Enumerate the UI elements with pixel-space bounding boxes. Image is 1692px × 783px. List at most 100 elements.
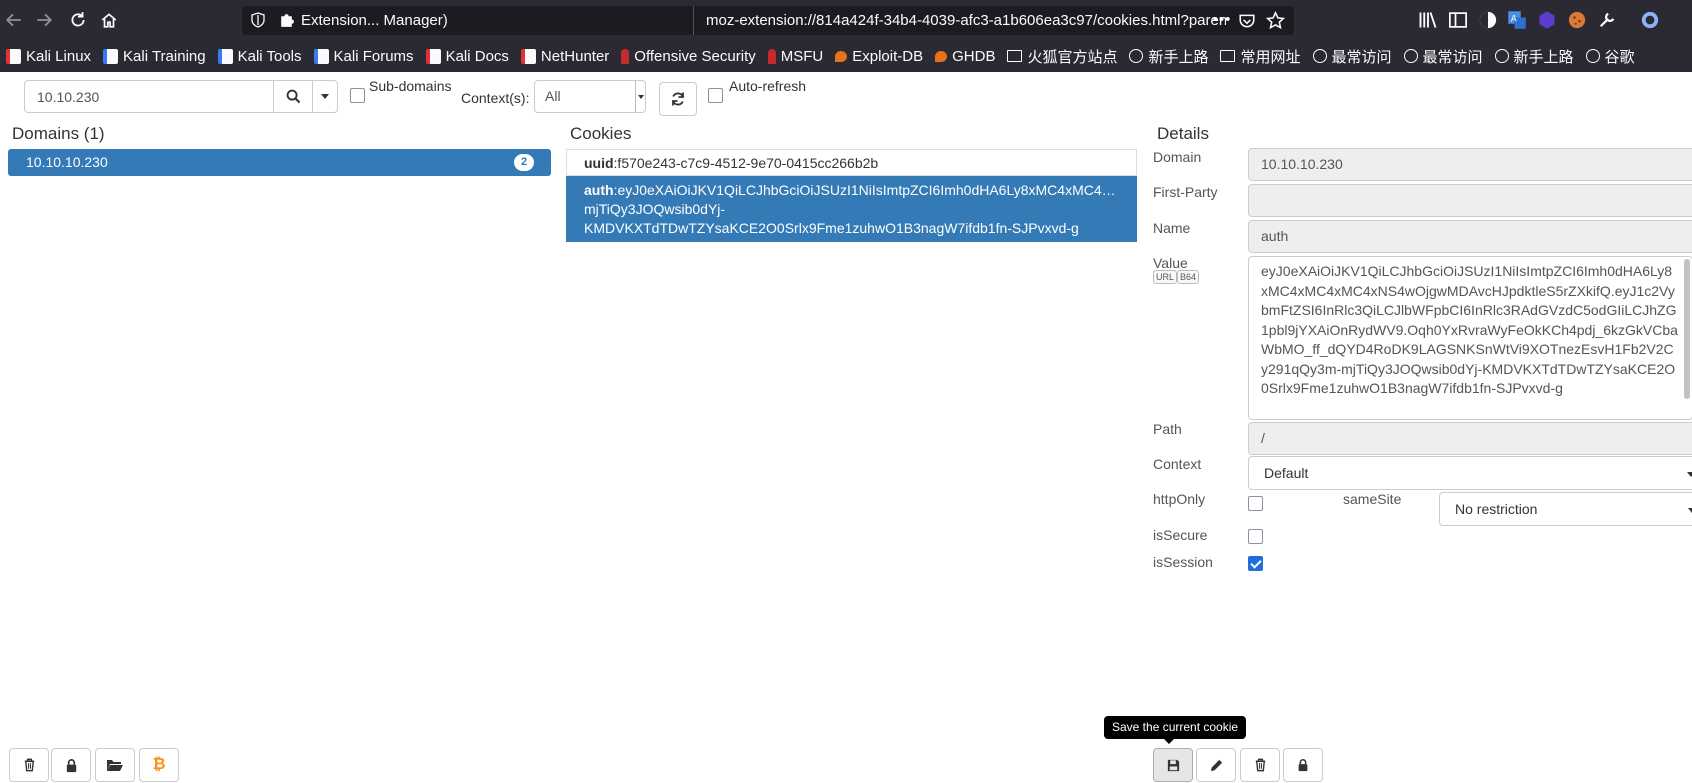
value-scrollbar[interactable] — [1684, 259, 1690, 399]
cookie-value-line-2: mjTiQy3JOQwsib0dYj- — [584, 201, 726, 217]
subdomains-checkbox[interactable] — [350, 88, 365, 103]
bookmark-item[interactable]: Exploit-DB — [835, 48, 923, 65]
search-button[interactable] — [273, 80, 313, 113]
bookmark-label: MSFU — [780, 47, 824, 65]
samesite-select[interactable]: No restriction — [1439, 492, 1692, 529]
httponly-checkbox[interactable] — [1248, 496, 1263, 511]
auto-refresh-checkbox[interactable] — [708, 88, 723, 103]
bookmark-label: Exploit-DB — [852, 47, 924, 65]
first-party-label: First-Party — [1153, 184, 1218, 200]
domain-label: Domain — [1153, 149, 1202, 165]
httponly-label: httpOnly — [1153, 491, 1206, 507]
protect-cookie-button[interactable] — [1283, 748, 1323, 782]
domain-list-item[interactable]: 10.10.10.230 2 — [8, 149, 551, 176]
kali-dragon-icon — [217, 48, 233, 64]
gear-icon — [1403, 49, 1418, 63]
path-label: Path — [1153, 421, 1182, 437]
domains-heading: Domains (1) — [12, 124, 105, 143]
bookmark-item[interactable]: 火狐官方站点 — [1007, 46, 1117, 67]
dark-reader-icon[interactable] — [1478, 10, 1498, 30]
bookmark-item[interactable]: Kali Linux — [6, 48, 91, 65]
issession-label: isSession — [1153, 554, 1213, 570]
name-field[interactable]: auth — [1248, 220, 1692, 253]
auto-refresh-label: Auto-refresh — [729, 78, 807, 94]
folder-icon — [1220, 50, 1236, 62]
cookie-value-line-1: :eyJ0eXAiOiJKV1QiLCJhbGciOiJSUzI1NiIsImt… — [613, 182, 1120, 198]
url-bar[interactable]: Extension... Manager) moz-extension://81… — [242, 6, 1294, 35]
cookie-editor-icon[interactable] — [1567, 10, 1587, 30]
exploitdb-icon — [835, 50, 848, 62]
contexts-select[interactable]: All — [534, 80, 646, 113]
site-identity[interactable]: Extension... Manager) — [274, 6, 694, 35]
sidebar-icon[interactable] — [1448, 10, 1468, 30]
context-select[interactable]: Default — [1248, 456, 1692, 493]
forward-button[interactable] — [32, 8, 56, 32]
lock-icon — [66, 758, 76, 772]
bookmark-item[interactable]: 最常访问 — [1312, 46, 1392, 67]
refresh-icon — [672, 92, 684, 106]
domain-name: 10.10.10.230 — [26, 154, 108, 170]
pencil-icon — [1210, 759, 1222, 771]
url-decode-button[interactable]: URL — [1153, 270, 1178, 284]
bookmark-item[interactable]: 新手上路 — [1494, 46, 1574, 67]
samesite-selected-value: No restriction — [1455, 501, 1538, 517]
base64-decode-button[interactable]: B64 — [1177, 270, 1200, 284]
cookie-list-item[interactable]: uuid:f570e243-c7c9-4512-9e70-0415cc266b2… — [566, 149, 1137, 176]
lock-icon — [1298, 759, 1308, 772]
reload-icon — [71, 12, 85, 27]
edit-cookie-button[interactable] — [1196, 748, 1236, 782]
value-textarea[interactable]: eyJ0eXAiOiJKV1QiLCJhbGciOiJSUzI1NiIsImtp… — [1248, 256, 1692, 420]
pocket-icon[interactable] — [1238, 12, 1256, 30]
delete-cookie-button[interactable] — [1240, 748, 1280, 782]
gear-icon — [1312, 49, 1327, 63]
extension-cube-icon[interactable] — [1537, 10, 1557, 30]
page-actions-more-icon[interactable]: ••• — [1212, 11, 1232, 28]
bookmark-label: Kali Training — [123, 47, 206, 65]
globe-icon — [1129, 49, 1144, 63]
bookmark-item[interactable]: 谷歌 — [1585, 46, 1635, 67]
issession-checkbox[interactable] — [1248, 556, 1263, 571]
library-icon[interactable] — [1418, 10, 1438, 30]
bookmark-item[interactable]: MSFU — [767, 47, 824, 65]
url-text[interactable]: moz-extension://814a424f-34b4-4039-afc3-… — [706, 6, 1226, 35]
save-cookie-button[interactable] — [1153, 748, 1193, 782]
bookmark-item[interactable]: NetHunter — [520, 48, 609, 65]
donate-bitcoin-button[interactable]: ₿ — [139, 748, 179, 782]
path-field[interactable]: / — [1248, 422, 1692, 455]
kali-docs-icon — [425, 48, 441, 64]
foxyproxy-icon[interactable] — [1640, 10, 1660, 30]
reload-button[interactable] — [66, 8, 90, 32]
bookmark-label: Kali Docs — [445, 47, 509, 65]
bookmark-item[interactable]: Kali Tools — [217, 48, 302, 65]
import-cookies-button[interactable] — [95, 748, 135, 782]
bookmark-label: 新手上路 — [1513, 48, 1574, 66]
back-button[interactable] — [2, 8, 26, 32]
protect-all-button[interactable] — [51, 748, 91, 782]
arrow-left-icon — [5, 13, 21, 27]
shield-icon[interactable] — [250, 12, 266, 28]
tools-icon[interactable] — [1597, 10, 1617, 30]
bookmark-item[interactable]: Offensive Security — [621, 48, 756, 65]
home-button[interactable] — [97, 8, 121, 32]
arrow-right-icon — [37, 13, 53, 27]
domain-search-input[interactable] — [24, 80, 274, 113]
bookmark-item[interactable]: 新手上路 — [1129, 46, 1208, 67]
search-options-dropdown[interactable] — [312, 80, 338, 113]
bookmark-star-icon[interactable] — [1266, 11, 1285, 30]
bookmark-item[interactable]: GHDB — [935, 48, 995, 65]
bookmark-item[interactable]: 最常访问 — [1403, 46, 1483, 67]
bookmark-label: 新手上路 — [1148, 48, 1209, 66]
domain-field[interactable]: 10.10.10.230 — [1248, 148, 1692, 181]
bookmark-item[interactable]: Kali Forums — [313, 48, 414, 65]
first-party-field[interactable] — [1248, 184, 1692, 217]
bookmark-item[interactable]: 常用网址 — [1220, 46, 1301, 67]
bookmark-item[interactable]: Kali Docs — [425, 47, 509, 65]
kali-dragon-icon — [520, 48, 536, 64]
bookmark-label: 火狐官方站点 — [1027, 48, 1118, 66]
bookmark-item[interactable]: Kali Training — [103, 48, 206, 65]
translate-icon[interactable]: A — [1507, 10, 1527, 30]
issecure-checkbox[interactable] — [1248, 529, 1263, 544]
delete-all-button[interactable] — [9, 748, 49, 782]
refresh-button[interactable] — [659, 82, 697, 116]
cookie-list-item-selected[interactable]: auth:eyJ0eXAiOiJKV1QiLCJhbGciOiJSUzI1NiI… — [566, 176, 1137, 242]
